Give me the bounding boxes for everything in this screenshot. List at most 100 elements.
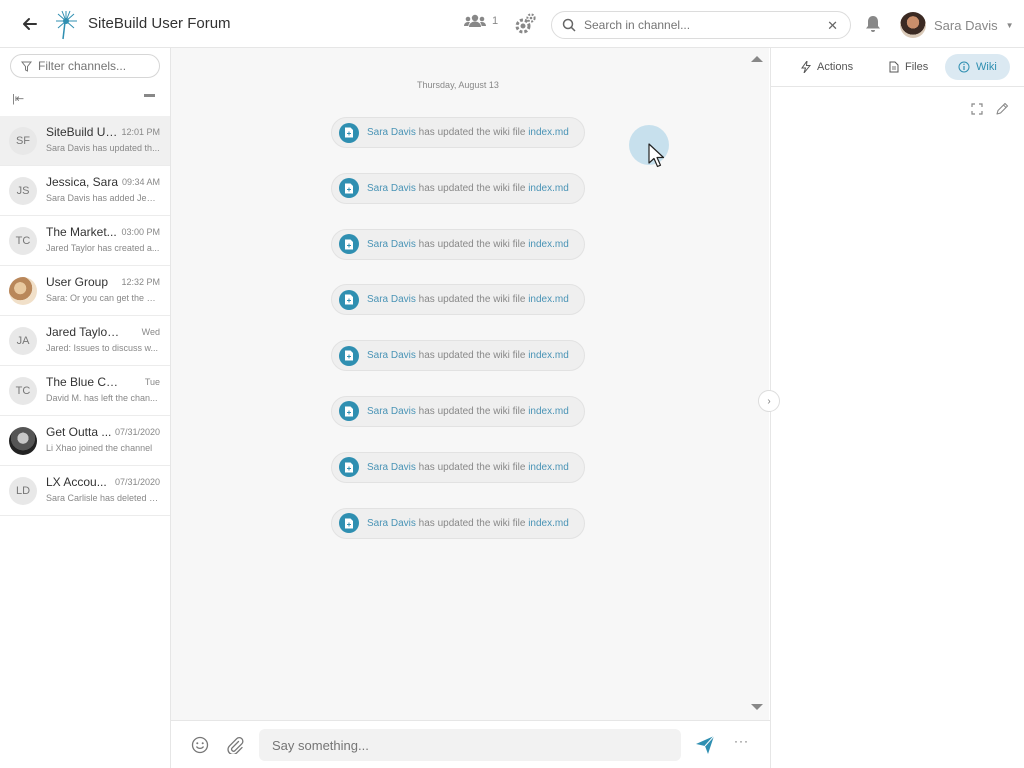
system-message[interactable]: Sara Davis has updated the wiki file ind… [331, 340, 585, 372]
message-author-link[interactable]: Sara Davis [367, 462, 416, 473]
more-options-icon[interactable]: ··· [734, 734, 749, 748]
channel-item[interactable]: TC The Blue Carrot ... Tue David M. has … [0, 366, 170, 416]
user-name: Sara Davis [934, 17, 998, 33]
wiki-file-link[interactable]: index.md [528, 462, 569, 473]
message-author-link[interactable]: Sara Davis [367, 294, 416, 305]
wiki-file-icon [339, 234, 359, 255]
message-text: Sara Davis has updated the wiki file ind… [367, 294, 569, 305]
paperclip-icon[interactable] [226, 736, 244, 754]
search-input[interactable] [584, 18, 824, 32]
wiki-file-icon [339, 345, 359, 366]
message-action: has updated the wiki file [415, 238, 529, 250]
message-author-link[interactable]: Sara Davis [367, 183, 416, 194]
channel-item[interactable]: Get Outta ... 07/31/2020 Li Xhao joined … [0, 416, 170, 466]
system-message[interactable]: Sara Davis has updated the wiki file ind… [331, 284, 585, 316]
scrollbar[interactable] [745, 48, 769, 720]
channel-avatar: JA [9, 327, 37, 355]
message-text: Sara Davis has updated the wiki file ind… [367, 183, 569, 194]
right-panel: Actions Files Wiki [770, 48, 1024, 768]
bell-icon[interactable] [864, 14, 882, 34]
channel-item[interactable]: SF SiteBuild Us... 12:01 PM Sara Davis h… [0, 116, 170, 166]
clear-search-icon[interactable]: ✕ [827, 18, 838, 34]
tab-wiki[interactable]: Wiki [945, 54, 1010, 80]
channel-item[interactable]: LD LX Accou... 07/31/2020 Sara Carlisle … [0, 466, 170, 516]
message-input[interactable] [272, 737, 672, 753]
wiki-file-link[interactable]: index.md [528, 350, 569, 361]
channel-time: 12:32 PM [121, 277, 160, 287]
collapse-panel-toggle[interactable]: › [758, 390, 780, 412]
dandelion-logo-icon [56, 10, 77, 40]
channel-name: Jared Taylor ac... [46, 325, 120, 339]
wiki-file-link[interactable]: index.md [528, 127, 569, 138]
pencil-icon[interactable] [995, 102, 1009, 116]
message-text: Sara Davis has updated the wiki file ind… [367, 127, 569, 138]
tab-files[interactable]: Files [879, 54, 938, 80]
wiki-file-icon [339, 178, 359, 199]
system-message[interactable]: Sara Davis has updated the wiki file ind… [331, 228, 585, 260]
members-button[interactable]: 1 [464, 14, 498, 28]
system-message[interactable]: Sara Davis has updated the wiki file ind… [331, 507, 585, 539]
member-count: 1 [492, 15, 499, 27]
channel-avatar: SF [9, 127, 37, 155]
channel-time: Tue [144, 377, 160, 387]
gear-icon[interactable] [514, 13, 536, 35]
tab-label: Wiki [976, 61, 997, 73]
channel-preview: Sara Carlisle has deleted a... [46, 493, 160, 503]
wiki-file-link[interactable]: index.md [528, 518, 569, 529]
wiki-file-icon [339, 289, 359, 310]
scroll-down-arrow-icon[interactable] [751, 704, 763, 710]
wiki-file-link[interactable]: index.md [528, 183, 569, 194]
send-icon[interactable] [695, 735, 715, 755]
chevron-down-icon: ▼ [1005, 20, 1014, 30]
message-author-link[interactable]: Sara Davis [367, 518, 416, 529]
channel-time: 07/31/2020 [114, 427, 160, 437]
wiki-file-link[interactable]: index.md [528, 239, 569, 250]
message-text: Sara Davis has updated the wiki file ind… [367, 239, 569, 250]
chevron-right-icon: › [767, 395, 771, 407]
panel-tabs: Actions Files Wiki [771, 48, 1024, 87]
scroll-up-arrow-icon[interactable] [751, 56, 763, 62]
back-arrow-icon[interactable] [20, 14, 40, 34]
channel-item[interactable]: User Group 12:32 PM Sara: Or you can get… [0, 266, 170, 316]
channel-name: The Market... [46, 225, 117, 239]
tab-label: Files [905, 61, 929, 73]
channel-item[interactable]: TC The Market... 03:00 PM Jared Taylor h… [0, 216, 170, 266]
message-text: Sara Davis has updated the wiki file ind… [367, 462, 569, 473]
tab-actions[interactable]: Actions [791, 54, 863, 80]
channel-name: LX Accou... [46, 475, 107, 489]
message-action: has updated the wiki file [415, 350, 529, 362]
system-message[interactable]: Sara Davis has updated the wiki file ind… [331, 395, 585, 427]
system-message[interactable]: Sara Davis has updated the wiki file ind… [331, 172, 585, 204]
message-author-link[interactable]: Sara Davis [367, 127, 416, 138]
wiki-file-icon [339, 457, 359, 478]
user-menu[interactable]: Sara Davis ▼ [900, 12, 1014, 38]
wiki-file-link[interactable]: index.md [528, 406, 569, 417]
filter-channels-input[interactable] [38, 59, 148, 73]
message-author-link[interactable]: Sara Davis [367, 239, 416, 250]
system-message[interactable]: Sara Davis has updated the wiki file ind… [331, 117, 585, 148]
wiki-file-link[interactable]: index.md [528, 294, 569, 305]
expand-icon[interactable] [971, 103, 983, 115]
collapse-sidebar-icon[interactable]: |⇤ [12, 92, 24, 105]
users-icon [464, 14, 486, 27]
message-action: has updated the wiki file [415, 294, 529, 306]
channel-avatar-photo [9, 277, 37, 305]
message-author-link[interactable]: Sara Davis [367, 350, 416, 361]
channel-preview: Sara: Or you can get the pr... [46, 293, 160, 303]
channel-name: User Group [46, 275, 109, 289]
channel-sidebar: |⇤ SF SiteBuild Us... 12:01 PM Sara Davi… [0, 48, 171, 768]
minimize-icon[interactable] [144, 94, 155, 97]
channel-preview: Jared: Issues to discuss w... [46, 343, 159, 353]
message-action: has updated the wiki file [415, 182, 529, 194]
channel-preview: David M. has left the chan... [46, 393, 158, 403]
channel-item[interactable]: JA Jared Taylor ac... Wed Jared: Issues … [0, 316, 170, 366]
message-author-link[interactable]: Sara Davis [367, 406, 416, 417]
channel-preview: Li Xhao joined the channel [46, 443, 153, 453]
channel-preview: Jared Taylor has created a... [46, 243, 160, 253]
message-area[interactable]: Thursday, August 13 Sara Davis has updat… [171, 48, 745, 720]
emoji-icon[interactable] [191, 736, 209, 754]
channel-avatar: LD [9, 477, 37, 505]
channel-time: Wed [141, 327, 160, 337]
channel-item[interactable]: JS Jessica, Sara 09:34 AM Sara Davis has… [0, 166, 170, 216]
system-message[interactable]: Sara Davis has updated the wiki file ind… [331, 451, 585, 483]
